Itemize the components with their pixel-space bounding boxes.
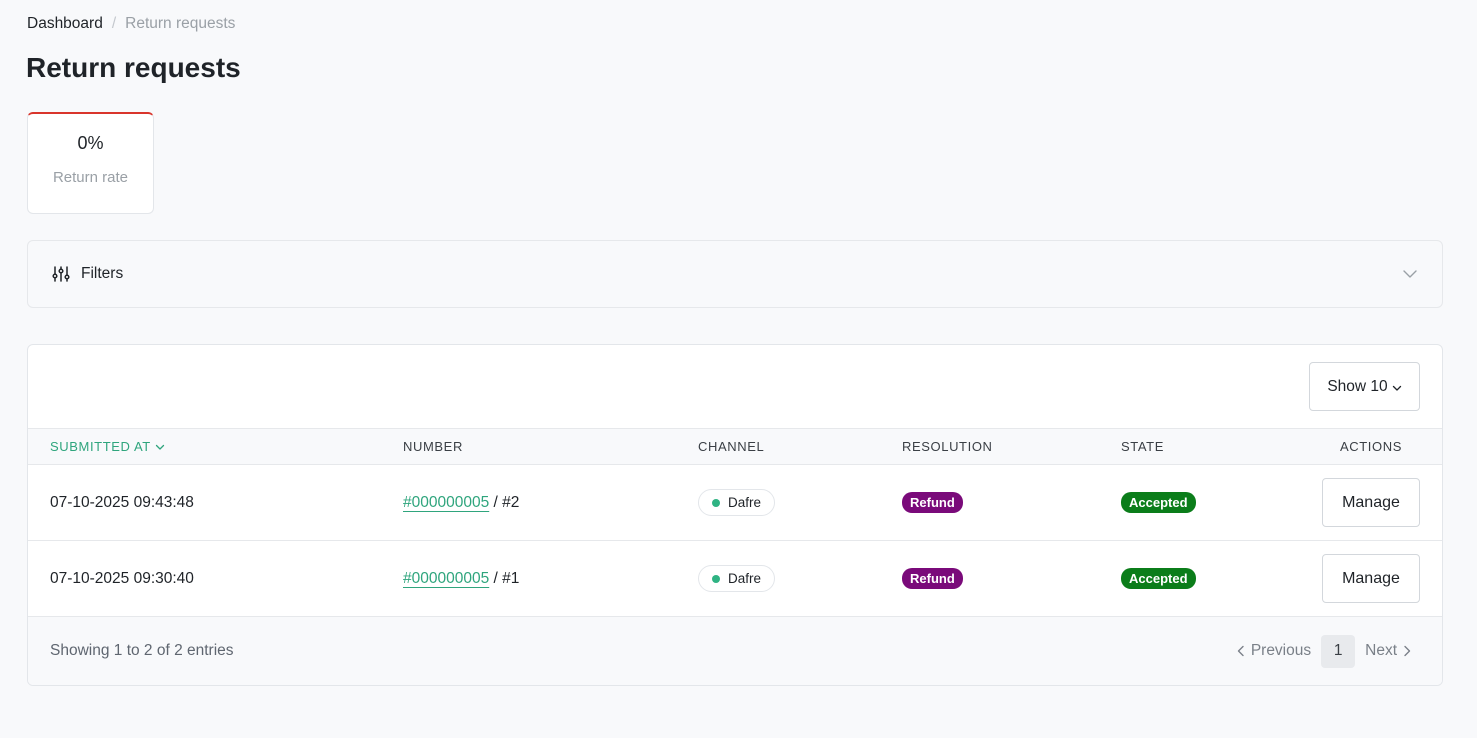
column-number: NUMBER	[403, 439, 463, 454]
column-submitted-at-label: SUBMITTED AT	[50, 439, 151, 454]
order-number-link[interactable]: #000000005	[403, 494, 489, 512]
chevron-left-icon	[1236, 645, 1246, 657]
actions-cell: Manage	[1322, 465, 1420, 540]
state-badge: Accepted	[1121, 492, 1196, 513]
table-row: 07-10-2025 09:43:48 #000000005 / #2 Dafr…	[28, 465, 1442, 541]
previous-page-button[interactable]: Previous	[1236, 642, 1311, 660]
column-resolution: RESOLUTION	[902, 439, 993, 454]
channel-badge: Dafre	[698, 489, 776, 516]
return-number: / #1	[489, 569, 520, 587]
resolution-badge: Refund	[902, 568, 963, 589]
breadcrumb: Dashboard / Return requests	[27, 15, 235, 33]
chevron-right-icon	[1402, 645, 1412, 657]
table-row: 07-10-2025 09:30:40 #000000005 / #1 Dafr…	[28, 541, 1442, 617]
number-cell: #000000005 / #1	[403, 541, 519, 616]
next-page-button[interactable]: Next	[1365, 642, 1412, 660]
page-size-label: Show 10	[1327, 377, 1388, 395]
return-rate-label: Return rate	[52, 169, 129, 186]
table-footer: Showing 1 to 2 of 2 entries Previous 1 N…	[28, 617, 1442, 685]
filters-label: Filters	[81, 265, 124, 282]
column-actions: ACTIONS	[1340, 439, 1402, 454]
column-state: STATE	[1121, 439, 1164, 454]
channel-name: Dafre	[728, 495, 762, 510]
return-rate-value: 0%	[77, 133, 104, 153]
manage-button[interactable]: Manage	[1322, 554, 1420, 603]
sliders-icon	[52, 265, 70, 283]
breadcrumb-separator: /	[111, 15, 117, 32]
resolution-cell: Refund	[902, 541, 963, 616]
status-dot-icon	[712, 574, 720, 583]
table-header: SUBMITTED AT NUMBER CHANNEL RESOLUTION S…	[28, 428, 1442, 465]
resolution-cell: Refund	[902, 465, 963, 540]
actions-cell: Manage	[1322, 541, 1420, 616]
resolution-badge: Refund	[902, 492, 963, 513]
channel-badge: Dafre	[698, 565, 776, 592]
return-number: / #2	[489, 493, 520, 511]
manage-button[interactable]: Manage	[1322, 478, 1420, 527]
channel-cell: Dafre	[698, 541, 776, 616]
next-label: Next	[1365, 642, 1397, 659]
page-size-select[interactable]: Show 10	[1309, 362, 1420, 411]
number-cell: #000000005 / #2	[403, 465, 519, 540]
submitted-at-cell: 07-10-2025 09:43:48	[50, 493, 194, 511]
order-number-link[interactable]: #000000005	[403, 570, 489, 588]
chevron-down-icon	[1402, 266, 1418, 282]
state-cell: Accepted	[1121, 465, 1196, 540]
chevron-down-icon	[1392, 383, 1402, 393]
page-title: Return requests	[26, 52, 241, 83]
sort-chevron-icon	[155, 442, 165, 452]
channel-name: Dafre	[728, 571, 762, 586]
previous-label: Previous	[1250, 642, 1312, 659]
state-badge: Accepted	[1121, 568, 1196, 589]
column-channel: CHANNEL	[698, 439, 765, 454]
submitted-at-cell: 07-10-2025 09:30:40	[50, 569, 194, 587]
pagination: Previous 1 Next	[1236, 617, 1412, 685]
filters-toggle[interactable]: Filters	[27, 240, 1443, 308]
state-cell: Accepted	[1121, 541, 1196, 616]
page-number-button[interactable]: 1	[1321, 634, 1356, 668]
column-submitted-at[interactable]: SUBMITTED AT	[50, 429, 165, 464]
entries-summary: Showing 1 to 2 of 2 entries	[50, 642, 234, 659]
breadcrumb-dashboard-link[interactable]: Dashboard	[27, 15, 103, 33]
channel-cell: Dafre	[698, 465, 776, 540]
status-dot-icon	[712, 498, 720, 507]
returns-table: Show 10 SUBMITTED AT NUMBER CHANNEL RESO…	[27, 344, 1443, 686]
breadcrumb-current: Return requests	[125, 15, 236, 32]
return-rate-card: 0% Return rate	[27, 112, 154, 214]
